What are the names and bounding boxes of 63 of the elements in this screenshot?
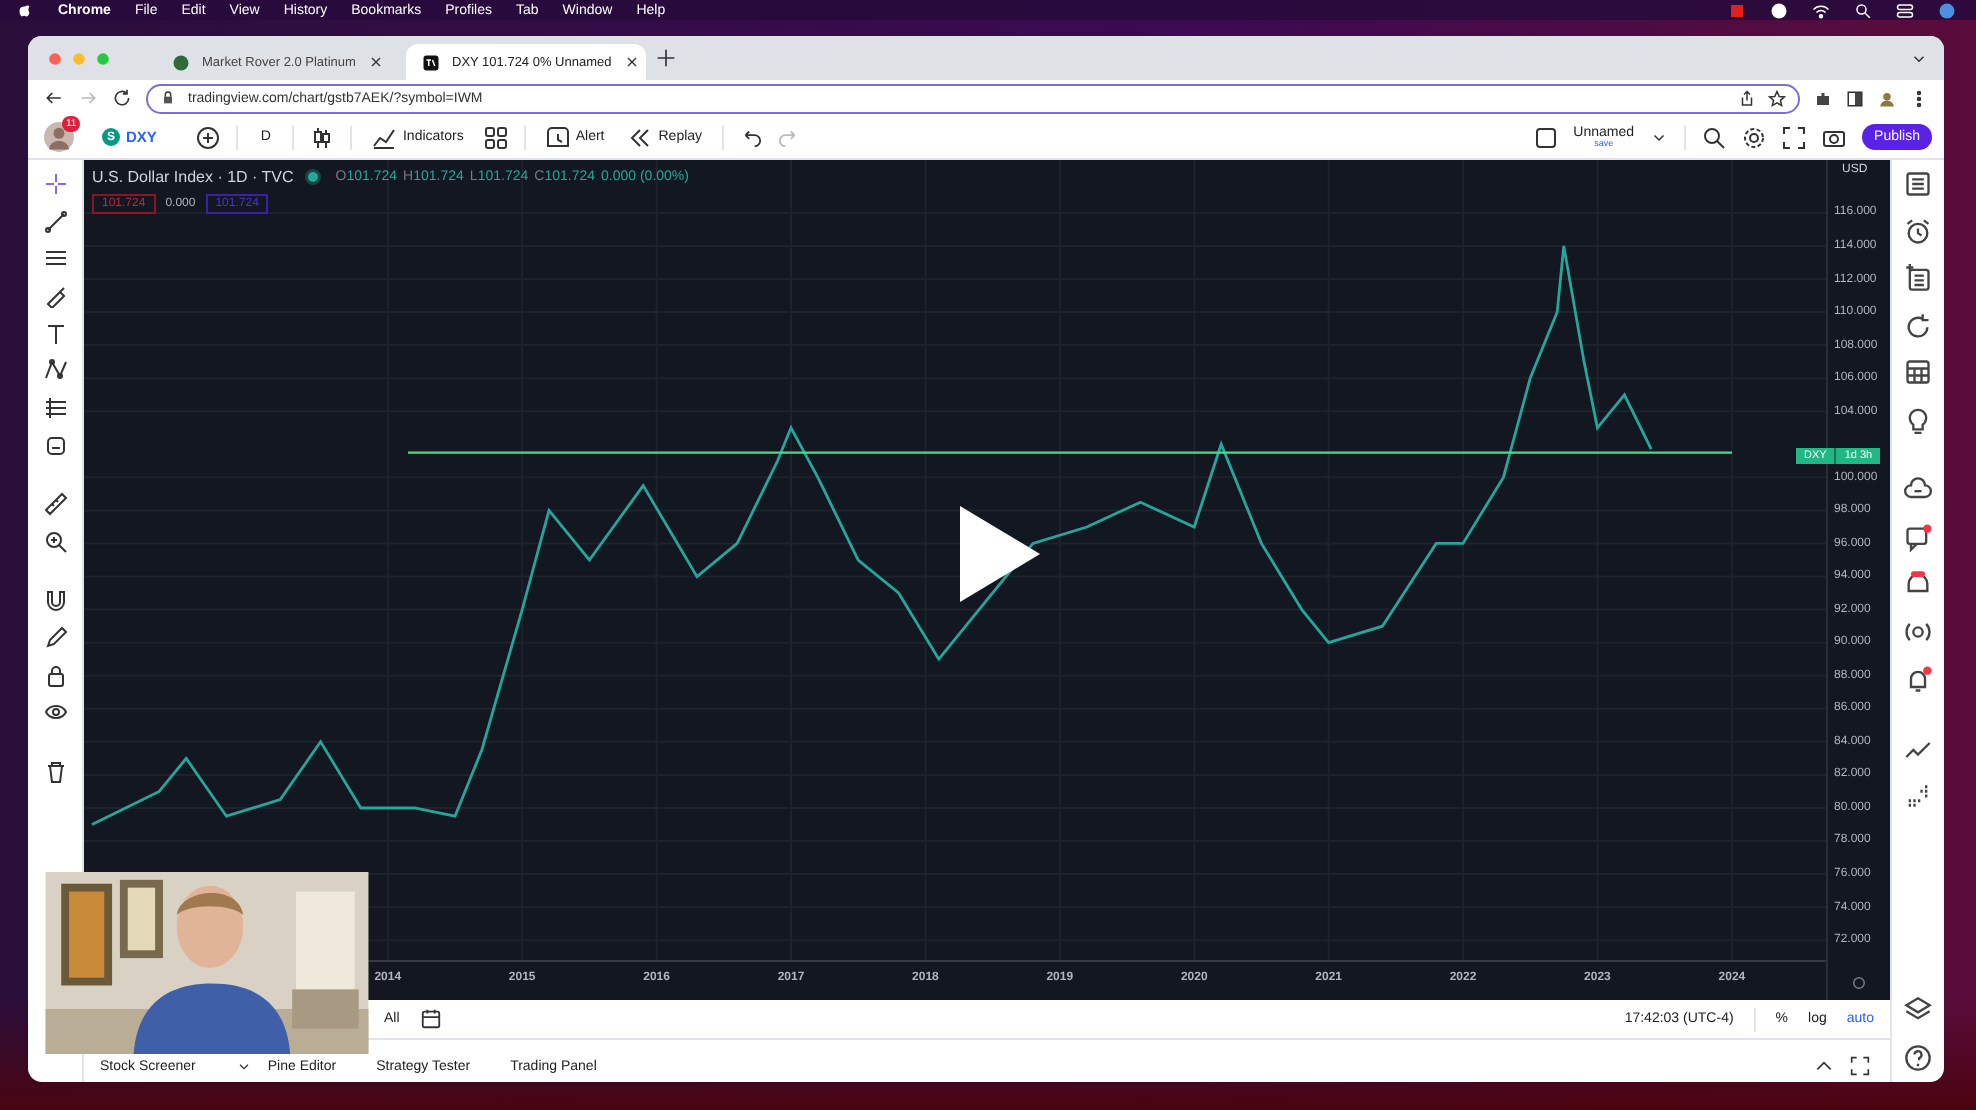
wifi-icon[interactable] — [1812, 1, 1830, 19]
pattern-icon[interactable] — [43, 358, 67, 383]
close-icon[interactable] — [367, 54, 384, 70]
search-icon[interactable] — [1854, 1, 1872, 19]
zoom-in-icon[interactable] — [43, 529, 67, 554]
maximize-icon[interactable] — [1850, 1056, 1870, 1076]
minimize-dot-icon[interactable] — [72, 51, 86, 65]
calendar-icon[interactable] — [419, 1008, 442, 1030]
candles-icon[interactable] — [310, 125, 335, 149]
lightbulb-icon[interactable] — [1904, 405, 1932, 434]
lock-icon — [160, 90, 176, 106]
close-icon[interactable] — [623, 54, 640, 70]
broadcast-icon[interactable] — [1904, 617, 1932, 646]
crosshair-icon[interactable] — [43, 172, 67, 196]
brush-icon[interactable] — [43, 284, 67, 309]
lock-icon[interactable] — [43, 663, 67, 688]
trash-icon[interactable] — [43, 759, 67, 784]
calendar-grid-icon[interactable] — [1904, 358, 1932, 387]
record-icon[interactable] — [1728, 1, 1746, 19]
logo-icon — [422, 53, 440, 71]
templates-icon[interactable] — [483, 125, 508, 149]
rewind-icon — [628, 125, 653, 149]
bookmark-star-icon[interactable] — [1768, 89, 1786, 107]
sidebar-icon[interactable] — [1846, 89, 1864, 107]
add-symbol-icon[interactable] — [196, 125, 221, 149]
apple-icon[interactable] — [16, 1, 34, 19]
add-list-icon[interactable] — [1904, 264, 1932, 293]
bell-icon[interactable] — [1904, 665, 1932, 694]
pencil-icon[interactable] — [43, 625, 67, 650]
caret-icon[interactable] — [235, 1058, 252, 1074]
parallel-lines-icon[interactable] — [43, 246, 67, 271]
chat-icon[interactable] — [1904, 523, 1932, 552]
play-icon[interactable] — [960, 506, 1040, 602]
avatar-icon[interactable] — [44, 122, 74, 152]
layout-icon[interactable] — [1533, 125, 1558, 149]
profile-icon[interactable] — [1878, 89, 1896, 107]
text-tool-icon[interactable] — [43, 321, 67, 346]
new-tab-icon[interactable] — [656, 48, 676, 68]
chart-title[interactable]: U.S. Dollar Index · 1D · TVC — [92, 168, 294, 186]
search-icon[interactable] — [1702, 125, 1727, 149]
shapes-icon[interactable] — [43, 433, 67, 458]
camera-icon[interactable] — [1822, 125, 1847, 149]
fullscreen-icon[interactable] — [1782, 125, 1807, 149]
watchlist-icon[interactable] — [1904, 170, 1932, 198]
ruler-icon[interactable] — [43, 492, 67, 517]
alarm-clock-icon[interactable] — [1904, 217, 1932, 246]
share-icon[interactable] — [1738, 89, 1756, 107]
reload-icon[interactable] — [112, 88, 132, 108]
layers-icon[interactable] — [1904, 996, 1932, 1025]
alarm-clock-icon — [545, 125, 570, 149]
undo-icon[interactable] — [740, 126, 763, 148]
eye-icon[interactable] — [43, 700, 67, 725]
trend-line-icon[interactable] — [43, 209, 67, 234]
zoom-dot-icon[interactable] — [96, 51, 110, 65]
status-dot-icon — [307, 172, 318, 182]
dots-grid-icon[interactable] — [1904, 782, 1932, 811]
indicators-icon — [372, 125, 397, 149]
refresh-icon[interactable] — [1904, 311, 1932, 340]
control-center-icon[interactable] — [1896, 1, 1914, 19]
help-icon[interactable] — [1904, 1044, 1932, 1072]
close-dot-icon[interactable] — [48, 51, 62, 65]
back-icon[interactable] — [44, 88, 64, 108]
magnet-icon[interactable] — [43, 588, 67, 613]
